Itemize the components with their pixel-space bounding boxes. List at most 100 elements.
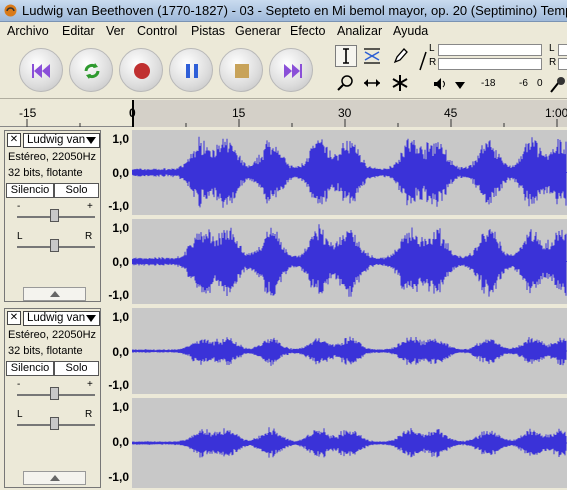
loop-button[interactable] <box>69 48 113 92</box>
scale-top: 1,0 <box>112 132 129 146</box>
collapse-arrow-icon <box>50 291 60 297</box>
ruler-label: 1:00 <box>545 106 567 120</box>
stop-icon <box>235 64 249 78</box>
pause-button[interactable] <box>169 48 213 92</box>
menu-bar: Archivo Editar Ver Control Pistas Genera… <box>0 22 567 41</box>
menu-ayuda[interactable]: Ayuda <box>393 24 428 38</box>
vertical-scale: 1,0 0,0 -1,0 <box>102 398 132 488</box>
zoom-tool[interactable] <box>335 72 357 94</box>
scale-top: 1,0 <box>112 221 129 235</box>
solo-button[interactable]: Solo <box>54 183 99 198</box>
scale-mid: 0,0 <box>112 255 129 269</box>
scale-mid: 0,0 <box>112 166 129 180</box>
envelope-tool[interactable] <box>361 45 383 67</box>
ibeam-icon <box>343 48 349 64</box>
mute-button[interactable]: Silencio <box>6 361 54 376</box>
asterisk-icon <box>392 75 408 91</box>
timeshift-tool[interactable] <box>361 72 383 94</box>
collapse-arrow-icon <box>50 475 60 481</box>
double-arrow-icon <box>364 79 380 87</box>
track-name-dropdown[interactable]: Ludwig van <box>23 133 100 148</box>
scale-mid: 0,0 <box>112 345 129 359</box>
mute-button[interactable]: Silencio <box>6 183 54 198</box>
scale-bottom: -1,0 <box>108 199 129 213</box>
envelope-icon <box>364 48 380 64</box>
waveform-channel[interactable] <box>132 398 567 488</box>
menu-pistas[interactable]: Pistas <box>191 24 225 38</box>
track-name-dropdown[interactable]: Ludwig van <box>23 311 100 326</box>
collapse-track-button[interactable] <box>23 287 86 301</box>
collapse-track-button[interactable] <box>23 471 86 485</box>
waveform-svg <box>132 136 567 208</box>
record-button[interactable] <box>119 48 163 92</box>
scale-bottom: -1,0 <box>108 288 129 302</box>
gain-slider[interactable] <box>17 209 95 223</box>
dropdown-arrow-icon <box>86 315 96 322</box>
menu-archivo[interactable]: Archivo <box>7 24 49 38</box>
track-name-label: Ludwig van <box>27 312 86 324</box>
record-meter-right-label: R <box>549 57 557 68</box>
menu-editar[interactable]: Editar <box>62 24 95 38</box>
ruler-label: 0 <box>129 106 136 120</box>
pan-slider[interactable] <box>17 417 95 431</box>
menu-generar[interactable]: Generar <box>235 24 281 38</box>
skip-end-icon <box>284 64 302 78</box>
waveform-path <box>132 224 567 297</box>
track-format-info: Estéreo, 22050Hz <box>8 151 97 163</box>
selection-tool[interactable] <box>335 45 357 67</box>
waveform-channel[interactable] <box>132 308 567 394</box>
track-1-control-panel: ✕ Ludwig van Estéreo, 22050Hz 32 bits, f… <box>4 130 101 302</box>
microphone-icon[interactable] <box>547 76 567 94</box>
record-icon <box>134 63 150 79</box>
scale-top: 1,0 <box>112 400 129 414</box>
waveform-path <box>132 427 567 458</box>
skip-to-end-button[interactable] <box>269 48 313 92</box>
track-sample-info: 32 bits, flotante <box>8 167 83 179</box>
loop-icon <box>84 63 100 79</box>
audacity-app-icon <box>4 4 17 17</box>
db-label-minus18: -18 <box>481 78 496 89</box>
db-label-minus6: -6 <box>519 78 528 89</box>
track-2-control-panel: ✕ Ludwig van Estéreo, 22050Hz 32 bits, f… <box>4 308 101 488</box>
close-track-icon[interactable]: ✕ <box>7 133 21 147</box>
vertical-scale: 1,0 0,0 -1,0 <box>102 219 132 304</box>
solo-button[interactable]: Solo <box>54 361 99 376</box>
gain-slider[interactable] <box>17 387 95 401</box>
play-meter-left-label: L <box>429 43 435 54</box>
waveform-svg <box>132 224 567 297</box>
menu-control[interactable]: Control <box>137 24 177 38</box>
ruler-label: 45 <box>444 106 458 120</box>
ruler-label: -15 <box>19 106 37 120</box>
multi-tool[interactable] <box>389 72 411 94</box>
track-name-label: Ludwig van <box>27 134 86 146</box>
ruler-ticks <box>26 119 558 127</box>
waveform-path <box>132 136 567 208</box>
speaker-icon[interactable] <box>432 76 452 92</box>
skip-start-icon <box>32 64 50 78</box>
record-meter-right-bar <box>558 58 567 70</box>
pause-icon <box>186 64 198 78</box>
track-sample-info: 32 bits, flotante <box>8 345 83 357</box>
draw-tool[interactable] <box>389 45 411 67</box>
menu-analizar[interactable]: Analizar <box>337 24 382 38</box>
skip-to-start-button[interactable] <box>19 48 63 92</box>
menu-efecto[interactable]: Efecto <box>290 24 325 38</box>
title-bar: Ludwig van Beethoven (1770-1827) - 03 - … <box>0 0 567 22</box>
playback-meter-dropdown-icon[interactable] <box>455 82 465 89</box>
play-meter-left-bar <box>438 44 542 56</box>
menu-ver[interactable]: Ver <box>106 24 125 38</box>
record-meter-left-bar <box>558 44 567 56</box>
vertical-scale: 1,0 0,0 -1,0 <box>102 130 132 215</box>
waveform-svg <box>132 336 567 366</box>
ruler-label: 30 <box>338 106 352 120</box>
close-track-icon[interactable]: ✕ <box>7 311 21 325</box>
waveform-channel[interactable] <box>132 219 567 304</box>
stop-button[interactable] <box>219 48 263 92</box>
pan-slider[interactable] <box>17 239 95 253</box>
window-title: Ludwig van Beethoven (1770-1827) - 03 - … <box>22 3 567 18</box>
waveform-channel[interactable] <box>132 130 567 215</box>
ruler-label: 15 <box>232 106 246 120</box>
record-meter-left-label: L <box>549 43 555 54</box>
waveform-svg <box>132 427 567 458</box>
timeline-ruler[interactable]: -15 0 15 30 45 1:00 <box>0 100 567 127</box>
